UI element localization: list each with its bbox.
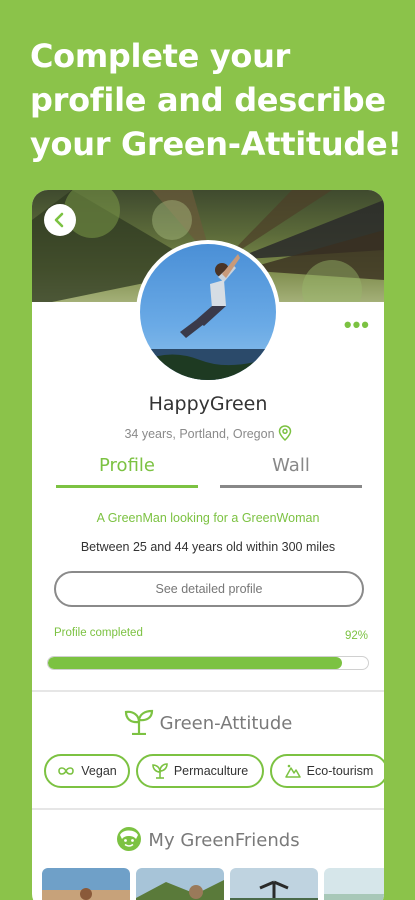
search-criteria: Between 25 and 44 years old within 300 m… (80, 540, 336, 554)
divider (32, 808, 384, 810)
avatar-photo (140, 254, 276, 380)
chip-vegan[interactable]: Vegan (44, 754, 130, 788)
looking-for-tagline: A GreenMan looking for a GreenWoman (96, 511, 320, 525)
friend-photo-image (136, 868, 224, 900)
location-pin-icon (278, 425, 291, 442)
chip-permaculture-label: Permaculture (173, 764, 249, 778)
friend-face-icon (117, 827, 142, 851)
profile-completed-label: Profile completed (54, 627, 143, 639)
friend-photo-image (324, 868, 384, 900)
sprout-icon (124, 709, 153, 736)
profile-progress-bar (47, 656, 369, 670)
friend-photo[interactable] (42, 868, 130, 900)
chip-eco-tourism-label: Eco-tourism (306, 764, 374, 778)
chip-vegan-label: Vegan (81, 764, 117, 778)
profile-progress-fill (48, 657, 343, 669)
chevron-left-icon (54, 212, 64, 228)
username: HappyGreen (148, 393, 268, 415)
friend-photo[interactable] (136, 868, 224, 900)
divider (32, 690, 384, 692)
green-attitude-title: Green-Attitude (159, 713, 293, 734)
headline-line-1: Complete your (30, 37, 291, 75)
infinity-icon (58, 767, 75, 775)
chip-permaculture[interactable]: Permaculture (136, 754, 264, 788)
location-line: 34 years, Portland, Oregon (32, 425, 384, 442)
phone-screen: ••• HappyGreen 34 years, Portland, Orego… (32, 190, 384, 900)
friend-photo[interactable] (324, 868, 384, 900)
tab-wall[interactable]: Wall (220, 452, 362, 488)
avatar[interactable] (136, 240, 280, 384)
headline: Complete your profile and describe your … (30, 34, 405, 166)
more-options-button[interactable]: ••• (344, 314, 370, 336)
mountain-icon (284, 764, 301, 778)
location-text: 34 years, Portland, Oregon (124, 427, 275, 441)
green-friends-title: My GreenFriends (148, 830, 300, 851)
chip-eco-tourism[interactable]: Eco-tourism (270, 754, 384, 788)
plant-icon (152, 763, 168, 779)
friend-photo-image (42, 868, 130, 900)
green-friends-heading: My GreenFriends (32, 826, 384, 852)
profile-completed-percent: 92% (344, 630, 368, 642)
headline-line-3: your Green-Attitude! (30, 125, 402, 163)
friend-photo[interactable] (230, 868, 318, 900)
see-detailed-profile-button[interactable]: See detailed profile (54, 571, 364, 607)
friend-photo-image (230, 868, 318, 900)
tab-profile[interactable]: Profile (56, 452, 198, 488)
green-attitude-heading: Green-Attitude (32, 709, 384, 736)
friends-carousel[interactable] (42, 868, 384, 900)
headline-line-2: profile and describe (30, 81, 386, 119)
back-button[interactable] (44, 204, 76, 236)
